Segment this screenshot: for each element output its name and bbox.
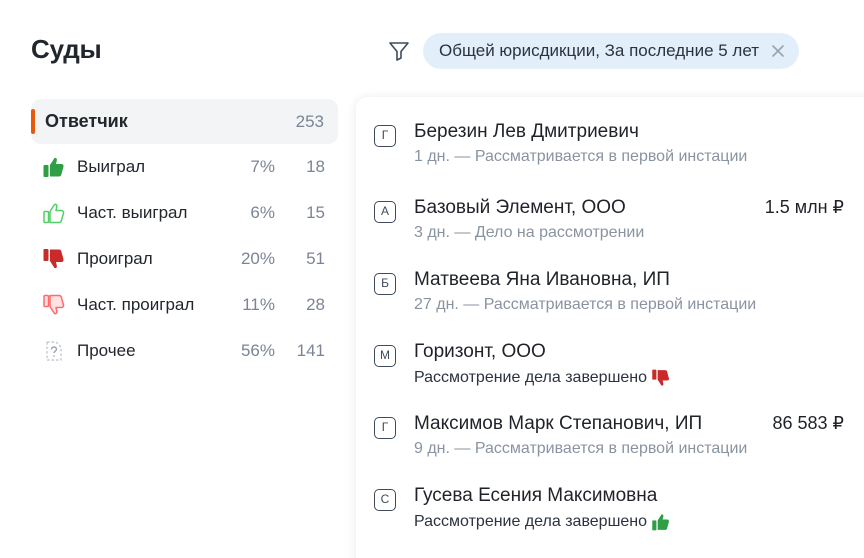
court-type-badge: А (374, 201, 396, 223)
sidebar-item-percent: 6% (250, 203, 275, 222)
case-party-name[interactable]: Березин Лев Дмитриевич (414, 121, 639, 143)
thumbs-down-filled-icon (42, 247, 66, 271)
sidebar-item-label: Проиграл (77, 249, 153, 268)
cases-list: Г Березин Лев Дмитриевич 1 дн. — Рассмат… (356, 97, 864, 558)
thumbs-up-filled-icon (42, 155, 66, 179)
case-party-name[interactable]: Горизонт, ООО (414, 341, 546, 363)
sidebar-item-partly-lost[interactable]: Част. проиграл 11% 28 (31, 282, 338, 328)
filter-chip-label: Общей юрисдикции, За последние 5 лет (439, 41, 760, 60)
sidebar-head-label: Ответчик (45, 111, 128, 131)
sidebar-item-partly-won[interactable]: Част. выиграл 6% 15 (31, 190, 338, 236)
thumbs-down-filled-icon (651, 368, 671, 388)
sidebar-item-label: Част. выиграл (77, 203, 188, 222)
page-title: Суды (31, 34, 102, 64)
sidebar-item-defendant[interactable]: Ответчик 253 (31, 99, 338, 144)
sidebar-item-label: Част. проиграл (77, 295, 195, 314)
close-icon[interactable] (771, 44, 785, 58)
court-type-badge: Б (374, 273, 396, 295)
active-indicator (31, 109, 35, 134)
case-status: 3 дн. — Дело на рассмотрении (414, 224, 645, 241)
thumbs-up-outline-icon (42, 201, 66, 225)
sidebar-head-count: 253 (295, 111, 324, 131)
document-question-icon (42, 339, 66, 363)
sidebar-item-percent: 7% (250, 157, 275, 176)
sidebar-item-other[interactable]: Прочее 56% 141 (31, 328, 338, 374)
sidebar-item-lost[interactable]: Проиграл 20% 51 (31, 236, 338, 282)
case-amount: 86 583 ₽ (772, 413, 844, 433)
thumbs-down-outline-icon (42, 293, 66, 317)
court-type-badge: Г (374, 417, 396, 439)
case-amount: 1.5 млн ₽ (764, 197, 844, 217)
case-party-name[interactable]: Базовый Элемент, ООО (414, 197, 626, 219)
case-status: 1 дн. — Рассматривается в первой инстаци… (414, 148, 748, 165)
sidebar-item-label: Прочее (77, 341, 136, 360)
case-status: 27 дн. — Рассматривается в первой инстац… (414, 296, 757, 313)
case-party-name[interactable]: Максимов Марк Степанович, ИП (414, 413, 702, 435)
case-party-name[interactable]: Матвеева Яна Ивановна, ИП (414, 269, 670, 291)
case-status-row: Рассмотрение дела завершено (414, 512, 671, 532)
outcome-sidebar: Ответчик 253 Выиграл 7% 18 Част. выиграл… (31, 99, 338, 374)
sidebar-item-count: 51 (306, 249, 325, 268)
case-status: 9 дн. — Рассматривается в первой инстаци… (414, 440, 748, 457)
court-type-badge: С (374, 489, 396, 511)
sidebar-item-percent: 11% (242, 295, 275, 314)
sidebar-item-count: 141 (296, 341, 325, 360)
court-type-badge: Г (374, 125, 396, 147)
court-type-badge: М (374, 345, 396, 367)
case-status: Рассмотрение дела завершено (414, 369, 648, 386)
case-status: Рассмотрение дела завершено (414, 513, 648, 530)
filter-chip[interactable]: Общей юрисдикции, За последние 5 лет (423, 33, 800, 69)
sidebar-item-percent: 20% (240, 249, 275, 268)
sidebar-item-won[interactable]: Выиграл 7% 18 (31, 144, 338, 190)
sidebar-item-count: 15 (306, 203, 325, 222)
sidebar-item-label: Выиграл (77, 157, 146, 176)
thumbs-up-filled-icon (651, 512, 671, 532)
sidebar-item-count: 28 (306, 295, 325, 314)
case-party-name[interactable]: Гусева Есения Максимовна (414, 485, 657, 507)
sidebar-item-percent: 56% (240, 341, 275, 360)
filter-icon[interactable] (387, 39, 411, 63)
sidebar-item-count: 18 (306, 157, 325, 176)
case-status-row: Рассмотрение дела завершено (414, 368, 671, 388)
